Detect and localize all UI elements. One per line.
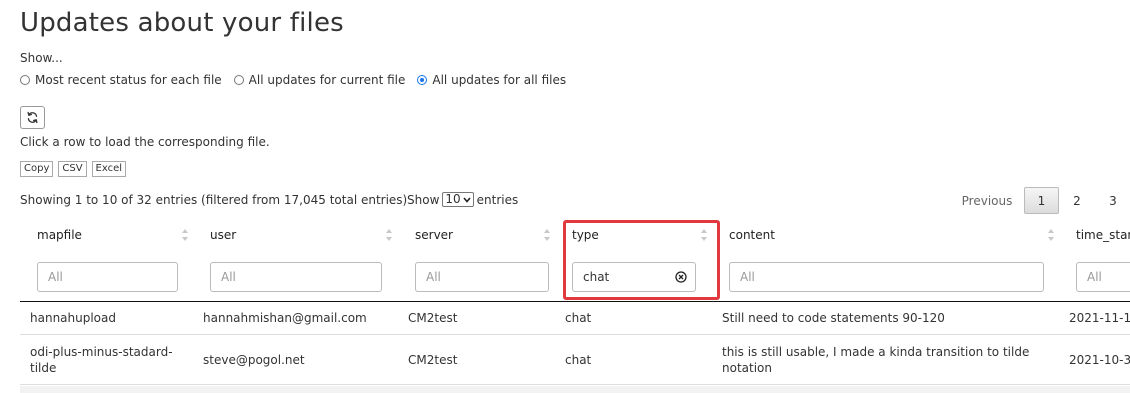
view-mode-radio-group: Most recent status for each file All upd…	[20, 73, 566, 87]
radio-all-updates-all-files[interactable]: All updates for all files	[417, 73, 566, 87]
refresh-button[interactable]	[20, 106, 45, 129]
page-length-control: Show 10 entries	[407, 192, 518, 207]
page-title: Updates about your files	[20, 8, 344, 38]
chevron-down-icon	[463, 196, 471, 203]
column-header-time-stamp[interactable]: time_stam	[1076, 218, 1130, 251]
show-suffix: entries	[476, 192, 519, 207]
page: Updates about your files Show... Most re…	[0, 0, 1130, 393]
radio-button-icon[interactable]	[233, 75, 244, 85]
cell-time-stamp: 2021-10-31	[1069, 352, 1130, 367]
clear-circle-icon[interactable]	[675, 271, 687, 283]
excel-button[interactable]: Excel	[91, 161, 127, 177]
radio-label: Most recent status for each file	[35, 73, 222, 87]
column-header-user[interactable]: user	[210, 218, 236, 251]
show-prefix: Show	[407, 192, 440, 207]
content-filter-input[interactable]: All	[729, 262, 1044, 292]
column-header-server[interactable]: server	[415, 218, 453, 251]
cell-user: steve@pogol.net	[203, 352, 305, 367]
sort-icon	[701, 229, 707, 241]
table-row[interactable]: hannahupload hannahmishan@gmail.com CM2t…	[20, 302, 1130, 335]
copy-button[interactable]: Copy	[20, 161, 54, 177]
radio-button-checked-icon[interactable]	[417, 75, 428, 85]
mapfile-filter-input[interactable]: All	[37, 262, 178, 292]
cell-content: Still need to code statements 90-120	[722, 311, 945, 325]
filter-row: All All All chat All All	[20, 251, 1130, 302]
sort-icon	[386, 229, 392, 241]
page-button-2[interactable]: 2	[1059, 187, 1095, 214]
pagination: Previous 1 2 3	[950, 187, 1130, 214]
table-row[interactable]: odi-plus-minus-stadard-tilde steve@pogol…	[20, 335, 1130, 385]
sort-icon	[544, 229, 550, 241]
sort-icon	[1048, 229, 1054, 241]
refresh-icon	[27, 111, 38, 124]
page-button-3[interactable]: 3	[1095, 187, 1130, 214]
cell-time-stamp: 2021-11-15	[1069, 311, 1130, 325]
cell-user: hannahmishan@gmail.com	[203, 311, 367, 325]
cell-type: chat	[565, 311, 592, 325]
radio-all-updates-current-file[interactable]: All updates for current file	[233, 73, 406, 87]
radio-button-icon[interactable]	[20, 75, 30, 85]
radio-most-recent-status[interactable]: Most recent status for each file	[20, 73, 222, 87]
table-header-row: mapfile user server type content time_st…	[20, 218, 1130, 251]
hint-text: Click a row to load the corresponding fi…	[20, 135, 270, 149]
column-header-content[interactable]: content	[729, 218, 775, 251]
column-header-mapfile[interactable]: mapfile	[37, 218, 82, 251]
type-filter-value: chat	[583, 270, 610, 284]
page-length-select[interactable]: 10	[442, 192, 474, 207]
table-info: Showing 1 to 10 of 32 entries (filtered …	[20, 193, 408, 207]
previous-page-button[interactable]: Previous	[950, 187, 1024, 214]
csv-button[interactable]: CSV	[58, 161, 87, 177]
server-filter-input[interactable]: All	[415, 262, 549, 292]
cell-content: this is still usable, I made a kinda tra…	[722, 344, 1030, 375]
radio-label: All updates for all files	[432, 73, 567, 87]
type-filter-input[interactable]: chat	[572, 262, 696, 292]
page-length-value: 10	[445, 192, 461, 206]
sort-icon	[182, 229, 188, 241]
cell-type: chat	[565, 352, 592, 367]
cell-mapfile: odi-plus-minus-stadard-tilde	[30, 344, 173, 375]
time-stamp-filter-input[interactable]: All	[1076, 262, 1130, 292]
export-buttons: Copy CSV Excel	[20, 161, 127, 177]
page-button-1[interactable]: 1	[1024, 187, 1059, 214]
cell-mapfile: hannahupload	[30, 311, 116, 325]
radio-label: All updates for current file	[248, 73, 406, 87]
cell-server: CM2test	[408, 352, 458, 367]
show-label: Show...	[20, 51, 63, 65]
next-row-strip	[20, 386, 1130, 393]
column-header-type[interactable]: type	[572, 218, 599, 251]
user-filter-input[interactable]: All	[210, 262, 382, 292]
cell-server: CM2test	[408, 311, 458, 325]
